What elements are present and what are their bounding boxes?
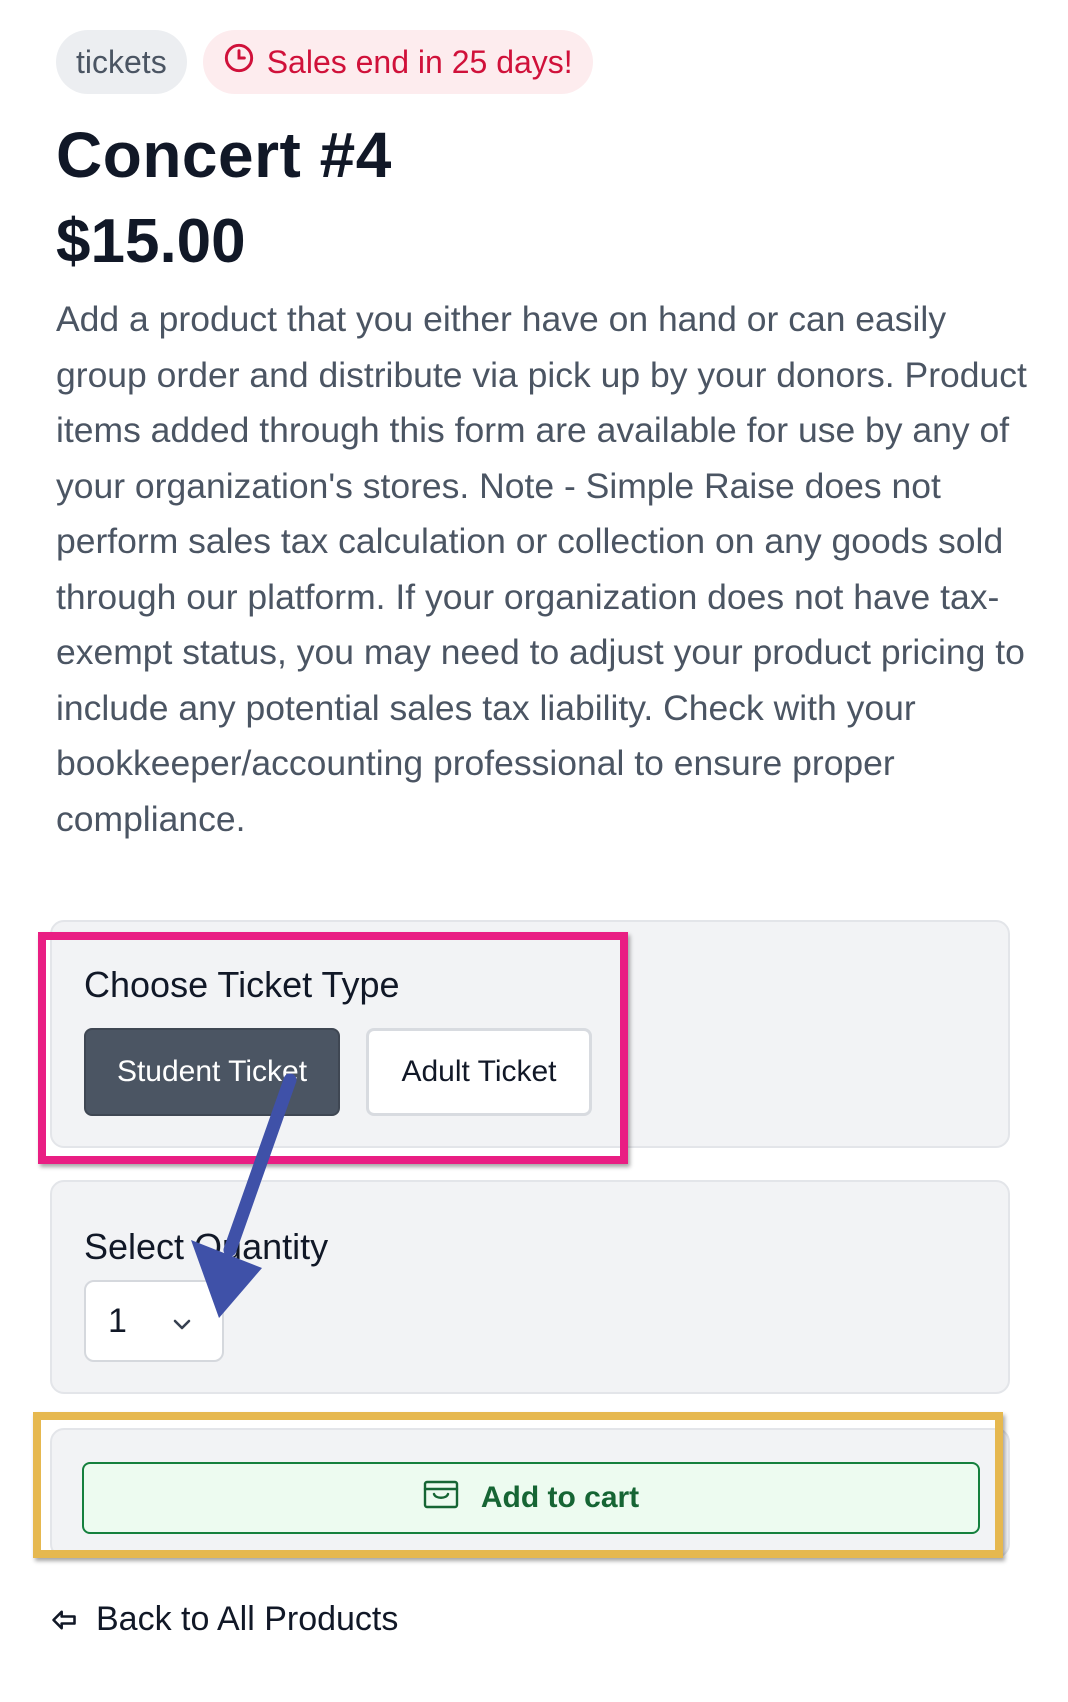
ticket-type-highlight	[38, 932, 628, 1164]
product-price: $15.00	[56, 207, 246, 276]
chevron-down-icon	[173, 1319, 191, 1330]
quantity-panel: Select Quantity 1	[50, 1180, 1010, 1394]
back-to-products-label: Back to All Products	[96, 1600, 399, 1638]
badge-row: tickets Sales end in 25 days!	[56, 30, 593, 94]
clock-icon	[223, 42, 255, 82]
quantity-select[interactable]: 1	[84, 1280, 224, 1362]
product-description: Add a product that you either have on ha…	[56, 299, 1027, 839]
sale-countdown-text: Sales end in 25 days!	[266, 43, 573, 80]
sale-countdown-badge: Sales end in 25 days!	[202, 30, 593, 94]
category-badge[interactable]: tickets	[56, 30, 187, 94]
add-to-cart-highlight	[33, 1412, 1003, 1558]
back-arrow-icon	[52, 1610, 76, 1629]
quantity-label: Select Quantity	[84, 1226, 329, 1267]
quantity-value: 1	[108, 1301, 127, 1340]
back-to-products-link[interactable]: Back to All Products	[50, 1600, 398, 1639]
product-title: Concert #4	[56, 119, 392, 191]
